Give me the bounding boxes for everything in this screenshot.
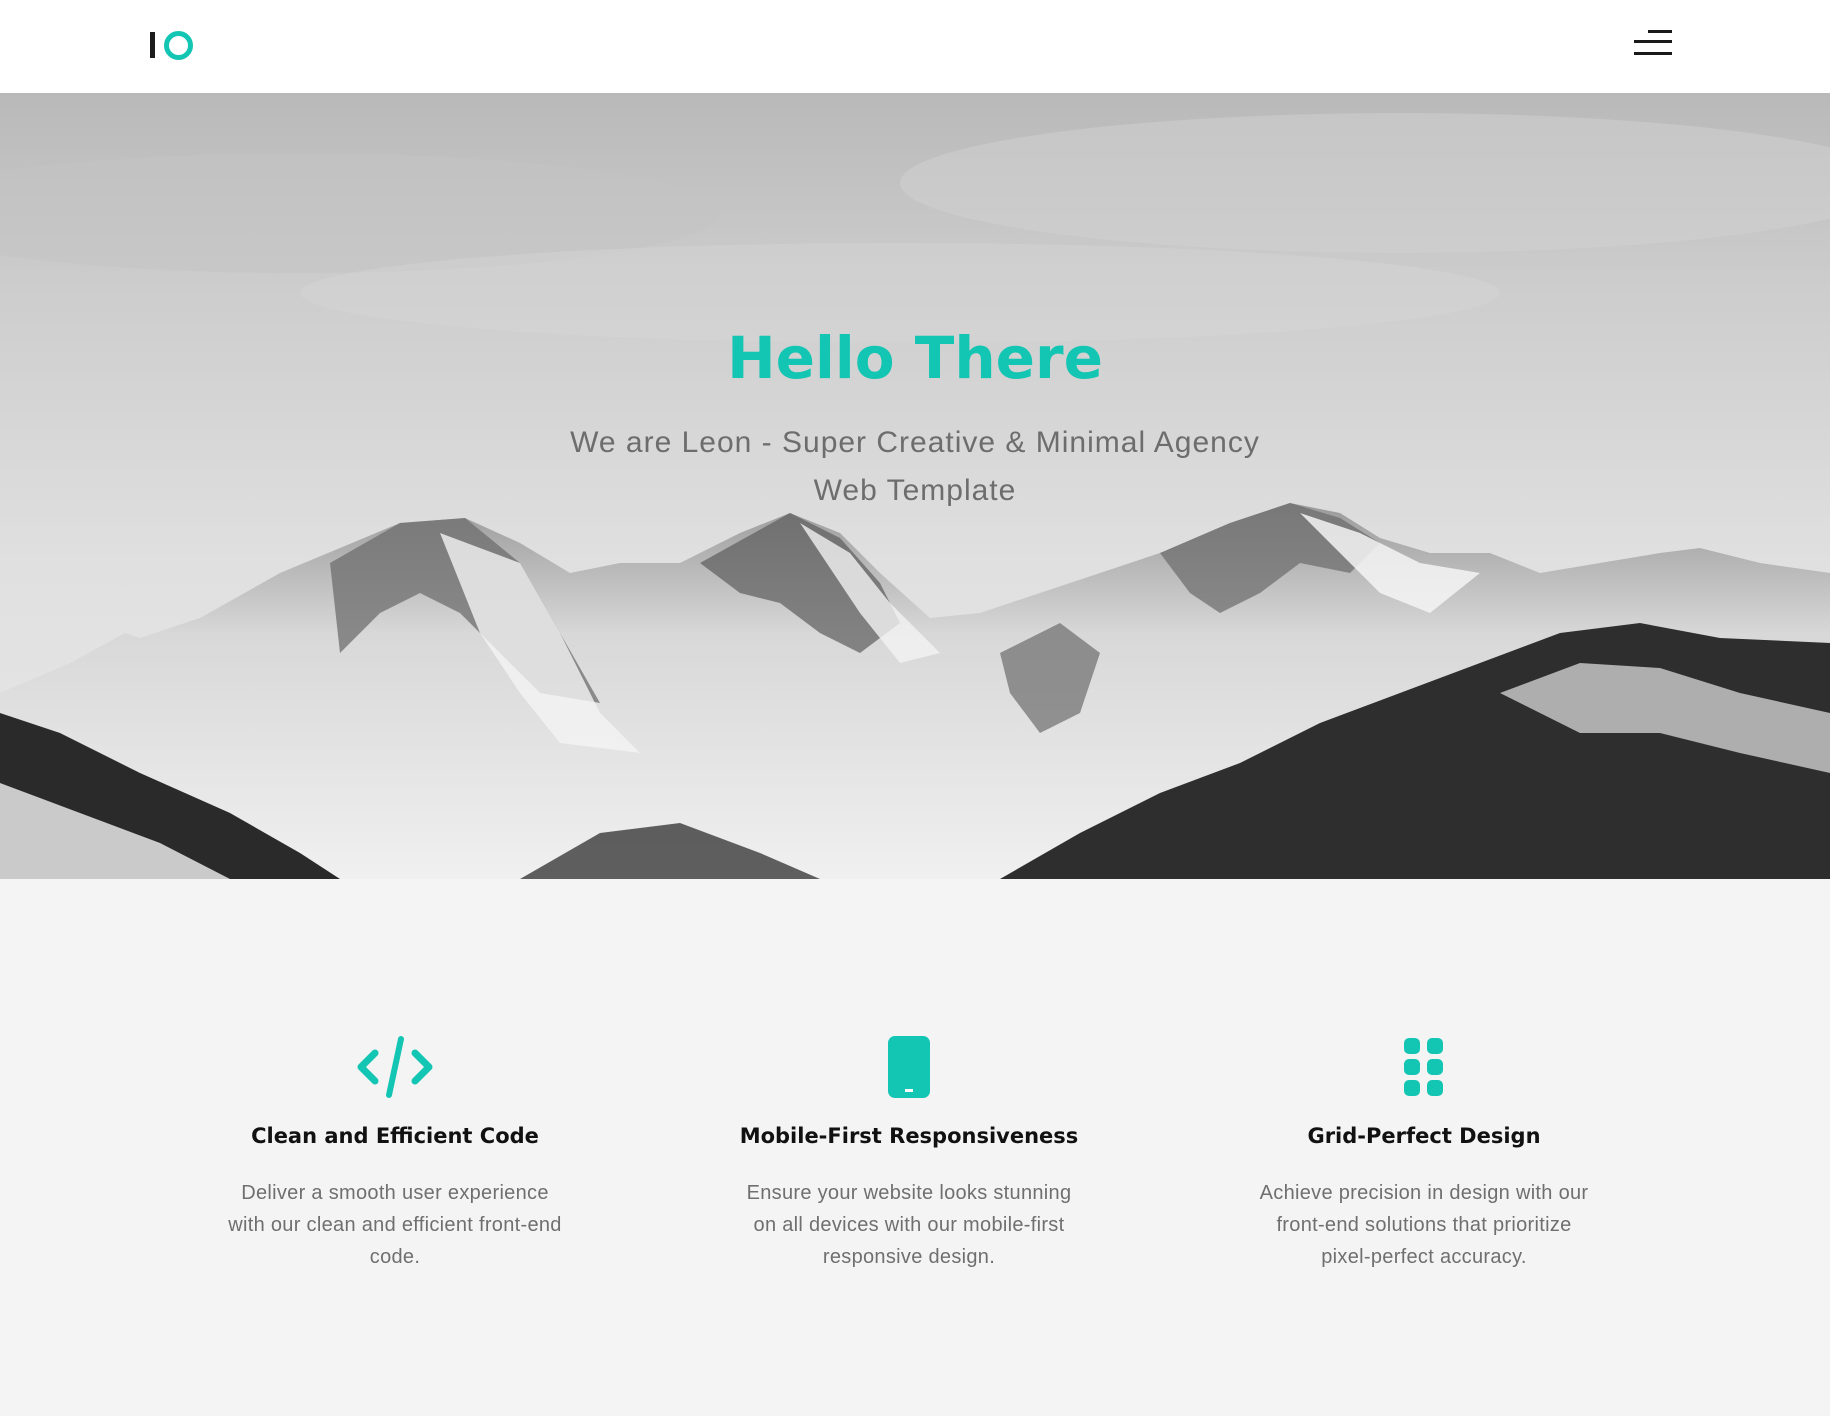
features-section: Clean and Efficient Code Deliver a smoot… [0, 879, 1830, 1416]
feature-description: Deliver a smooth user experience with ou… [228, 1182, 562, 1268]
feature-title: Mobile-First Responsiveness [739, 1124, 1079, 1148]
logo-ring [164, 31, 193, 60]
feature-title: Clean and Efficient Code [251, 1124, 539, 1148]
feature-description: Ensure your website looks stunning on al… [746, 1182, 1072, 1268]
feature-card-code: Clean and Efficient Code Deliver a smoot… [175, 1035, 615, 1273]
site-header [0, 0, 1830, 93]
hero-section: Hello There We are Leon - Super Creative… [0, 93, 1830, 879]
mobile-icon [888, 1036, 930, 1098]
feature-card-mobile: Mobile-First Responsiveness Ensure your … [689, 1035, 1129, 1273]
feature-title: Grid-Perfect Design [1307, 1124, 1541, 1148]
feature-description: Achieve precision in design with our fro… [1259, 1182, 1589, 1268]
io-logo[interactable] [149, 30, 195, 62]
code-icon [357, 1036, 433, 1098]
grid-icon [1404, 1038, 1443, 1096]
logo-bar [150, 32, 155, 58]
feature-card-grid: Grid-Perfect Design Achieve precision in… [1204, 1035, 1644, 1273]
hamburger-menu-icon[interactable] [1630, 30, 1674, 58]
hero-title: Hello There [727, 324, 1103, 392]
hero-subtitle: We are Leon - Super Creative & Minimal A… [570, 426, 1260, 507]
